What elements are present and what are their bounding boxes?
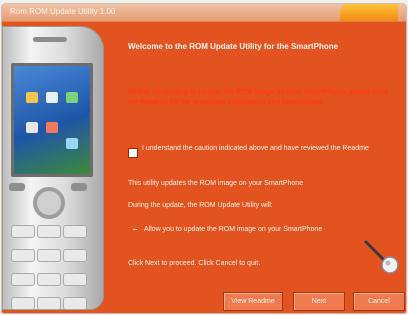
bullet-dash [133, 229, 137, 230]
app-icon [66, 92, 78, 103]
app-icon [46, 122, 58, 133]
phone-keypad [11, 225, 91, 313]
phone-key [11, 225, 35, 238]
readme-acknowledge-checkbox[interactable] [128, 148, 138, 158]
app-icon [46, 92, 58, 103]
stylus-cursor-icon [364, 240, 399, 274]
phone-key [37, 249, 61, 262]
next-button[interactable]: Next [293, 292, 345, 311]
phone-key [11, 273, 35, 286]
phone-speaker [33, 37, 67, 42]
description-text: During the update, the ROM Update Utilit… [128, 202, 273, 209]
phone-key [11, 249, 35, 262]
phone-key [11, 297, 35, 310]
phone-key [63, 225, 87, 238]
phone-dpad [33, 187, 65, 219]
phone-key [63, 249, 87, 262]
phone-softkey-left [9, 183, 25, 191]
app-icon [26, 92, 38, 103]
phone-key [63, 297, 87, 310]
warning-text: Before continuing to update the ROM imag… [128, 89, 388, 106]
instruction-text: Click Next to proceed. Click Cancel to q… [128, 260, 261, 267]
page-title: Welcome to the ROM Update Utility for th… [128, 42, 339, 51]
title-bar-accent [340, 4, 398, 21]
phone-key [37, 297, 61, 310]
phone-key [37, 225, 61, 238]
cancel-button[interactable]: Cancel [353, 292, 405, 311]
app-icon [26, 122, 38, 133]
app-icon [66, 138, 78, 149]
phone-key [37, 273, 61, 286]
bullet-item: Allow you to update the ROM image on you… [144, 226, 323, 233]
view-readme-button[interactable]: View Readme [223, 292, 283, 311]
phone-screen [11, 63, 93, 177]
window-title: Rom ROM Update Utility 1.00 [10, 7, 116, 16]
update-utility-window: Rom ROM Update Utility 1.00 Welcome to t… [2, 4, 406, 313]
phone-key [63, 273, 87, 286]
smartphone-image [2, 26, 104, 310]
title-bar: Rom ROM Update Utility 1.00 [2, 4, 406, 22]
phone-softkey-right [71, 183, 87, 191]
description-text: This utility updates the ROM image on yo… [128, 180, 304, 187]
readme-acknowledge-label[interactable]: I understand the caution indicated above… [142, 144, 398, 153]
